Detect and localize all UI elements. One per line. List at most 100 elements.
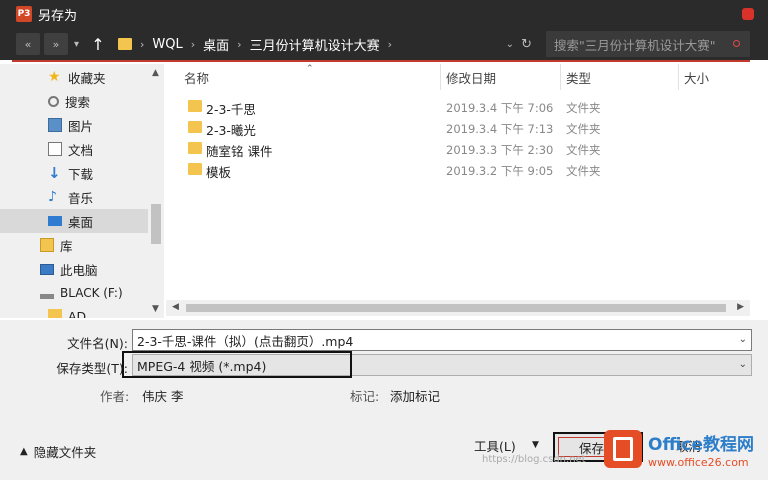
- folder-icon: [188, 142, 202, 154]
- filetype-label: 保存类型(T):: [56, 361, 128, 376]
- sidebar-item-library[interactable]: 库: [0, 233, 148, 257]
- file-name: 2-3-千思: [206, 102, 256, 117]
- chevron-right-icon: ›: [140, 37, 145, 51]
- filename-value: 2-3-千思-课件（拟）(点击翻页）.mp4: [137, 333, 354, 349]
- sidebar-item-label: 文档: [68, 142, 94, 158]
- file-name: 模板: [206, 165, 232, 180]
- address-bar[interactable]: › WQL › 桌面 › 三月份计算机设计大赛 › ⌄ ↻: [112, 31, 538, 57]
- file-type: 文件夹: [566, 164, 601, 178]
- table-row[interactable]: 2-3-曦光 2019.3.4 下午 7:13 文件夹: [166, 117, 750, 138]
- powerpoint-icon: P3: [16, 6, 32, 22]
- scroll-thumb[interactable]: [151, 204, 161, 244]
- sidebar-item-favorites[interactable]: ★ 收藏夹: [0, 65, 148, 89]
- horizontal-scrollbar[interactable]: ◀ ▶: [166, 300, 750, 316]
- watermark-brand: Office教程网: [648, 435, 755, 455]
- file-type: 文件夹: [566, 122, 601, 136]
- sidebar-item-documents[interactable]: 文档: [0, 137, 148, 161]
- chevron-up-icon[interactable]: ▲: [152, 68, 159, 78]
- accent-divider: [12, 60, 750, 62]
- sidebar-item-drive[interactable]: BLACK (F:): [0, 281, 148, 305]
- hide-folders-toggle[interactable]: ▲ 隐藏文件夹: [20, 442, 96, 461]
- filename-field[interactable]: 2-3-千思-课件（拟）(点击翻页）.mp4 ⌄: [132, 329, 752, 351]
- sidebar-item-pictures[interactable]: 图片: [0, 113, 148, 137]
- tools-button[interactable]: 工具(L): [474, 436, 516, 455]
- folder-icon: [188, 100, 202, 112]
- up-arrow-icon[interactable]: ↑: [90, 35, 106, 54]
- library-icon: [40, 238, 54, 252]
- refresh-icon[interactable]: ↻: [521, 37, 532, 52]
- watermark-url: www.office26.com: [648, 456, 749, 469]
- music-icon: ♪: [48, 189, 57, 205]
- column-divider: [678, 64, 679, 90]
- file-date: 2019.3.4 下午 7:06: [446, 101, 554, 115]
- sort-up-icon: ⌃: [306, 64, 314, 74]
- address-row: « » ▾ ↑ › WQL › 桌面 › 三月份计算机设计大赛 › ⌄ ↻ 搜索…: [0, 28, 768, 60]
- tags-label: 标记:: [350, 389, 380, 404]
- chevron-right-icon: ›: [237, 37, 242, 51]
- sidebar-item-label: 搜索: [65, 94, 91, 110]
- search-icon: [48, 95, 59, 107]
- sidebar-item-ad[interactable]: AD: [0, 305, 148, 318]
- hide-folders-label: 隐藏文件夹: [33, 445, 97, 460]
- sidebar-item-label: 收藏夹: [68, 70, 106, 86]
- table-row[interactable]: 模板 2019.3.2 下午 9:05 文件夹: [166, 159, 750, 180]
- drive-icon: [40, 293, 54, 299]
- column-header-name[interactable]: 名称: [184, 64, 209, 90]
- sidebar-item-label: 音乐: [68, 190, 94, 206]
- search-input[interactable]: 搜索"三月份计算机设计大赛": [546, 31, 750, 57]
- folder-icon: [188, 163, 202, 175]
- sidebar-item-music[interactable]: ♪ 音乐: [0, 185, 148, 209]
- folder-icon: [118, 38, 132, 50]
- sidebar-item-label: 库: [60, 238, 73, 254]
- chevron-down-icon[interactable]: ⌄: [739, 359, 747, 370]
- chevron-right-icon: ›: [387, 37, 392, 51]
- sidebar-item-label: BLACK (F:): [60, 286, 123, 300]
- sidebar-item-label: 图片: [68, 118, 94, 134]
- chevron-up-icon: ▲: [20, 446, 28, 457]
- close-icon[interactable]: [742, 8, 754, 20]
- breadcrumb-folder[interactable]: 三月份计算机设计大赛: [250, 35, 380, 54]
- chevron-right-icon: ›: [190, 37, 196, 51]
- forward-button[interactable]: »: [44, 33, 68, 55]
- download-icon: ↓: [48, 164, 61, 182]
- recent-locations-icon[interactable]: ▾: [74, 39, 84, 50]
- sidebar-item-downloads[interactable]: ↓ 下载: [0, 161, 148, 185]
- file-date: 2019.3.3 下午 2:30: [446, 143, 554, 157]
- highlight-box: [122, 351, 352, 378]
- author-value[interactable]: 伟庆 李: [142, 386, 183, 405]
- column-header-type[interactable]: 类型: [566, 64, 591, 90]
- chevron-down-icon[interactable]: ⌄: [506, 39, 514, 50]
- column-header-size[interactable]: 大小: [684, 64, 709, 90]
- navigation-pane: ★ 收藏夹 搜索 图片 文档 ↓ 下载 ♪ 音乐 桌面 库 此电脑 BLACK …: [0, 64, 164, 318]
- back-button[interactable]: «: [16, 33, 40, 55]
- chevron-left-icon[interactable]: ◀: [172, 302, 179, 312]
- file-type: 文件夹: [566, 101, 601, 115]
- author-label: 作者:: [100, 389, 130, 404]
- scroll-thumb[interactable]: [186, 304, 726, 312]
- desktop-icon: [48, 216, 62, 226]
- chevron-down-icon[interactable]: ▼: [532, 440, 539, 450]
- title-bar: P3 另存为: [0, 0, 768, 28]
- chevron-down-icon[interactable]: ▼: [152, 304, 159, 314]
- file-type: 文件夹: [566, 143, 601, 157]
- office-logo-icon: [604, 430, 642, 468]
- folder-icon: [188, 121, 202, 133]
- chevron-down-icon[interactable]: ⌄: [739, 334, 747, 345]
- column-divider: [440, 64, 441, 90]
- office-watermark: Office教程网 www.office26.com: [604, 428, 768, 480]
- breadcrumb-wql[interactable]: WQL: [152, 37, 182, 52]
- tags-input[interactable]: 添加标记: [390, 386, 440, 405]
- chevron-right-icon[interactable]: ▶: [737, 302, 744, 312]
- sidebar-item-label: 下载: [68, 166, 94, 182]
- column-header-date[interactable]: 修改日期: [446, 64, 496, 90]
- breadcrumb-desktop[interactable]: 桌面: [203, 35, 229, 54]
- nav-scrollbar[interactable]: ▲ ▼: [148, 64, 164, 318]
- star-icon: ★: [48, 69, 61, 85]
- table-row[interactable]: 随室铭 课件 2019.3.3 下午 2:30 文件夹: [166, 138, 750, 159]
- document-icon: [48, 142, 62, 156]
- sidebar-item-search[interactable]: 搜索: [0, 89, 148, 113]
- sidebar-item-desktop[interactable]: 桌面: [0, 209, 148, 233]
- folder-icon: [48, 309, 62, 318]
- table-row[interactable]: 2-3-千思 2019.3.4 下午 7:06 文件夹: [166, 96, 750, 117]
- sidebar-item-this-pc[interactable]: 此电脑: [0, 257, 148, 281]
